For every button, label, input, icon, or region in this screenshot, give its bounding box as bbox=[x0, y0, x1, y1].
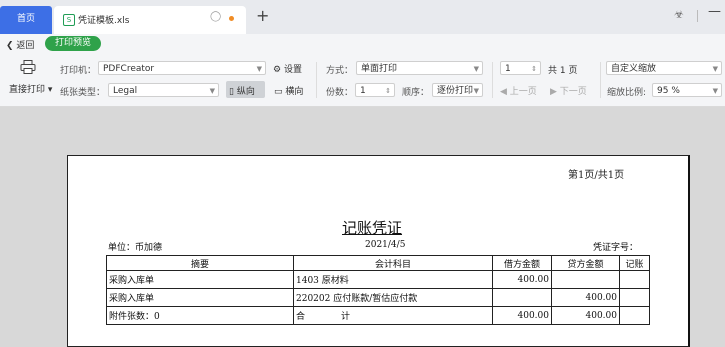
arrow-right-icon: ▶ bbox=[550, 87, 557, 97]
page-indicator: 第1页/共1页 bbox=[568, 170, 625, 181]
direct-print-button[interactable]: 直接打印 ▾ bbox=[9, 82, 52, 95]
voucher-number-label: 凭证字号： bbox=[593, 243, 639, 253]
table-row: 采购入库单 1403 原材料 400.00 bbox=[106, 270, 650, 289]
voucher-date: 2021/4/5 bbox=[365, 240, 406, 250]
print-preview-toolbar: ❮ 返回 打印预览 直接打印 ▾ 打印机： PDFCreator ▼ ⚙ 设置 纸… bbox=[0, 34, 725, 107]
settings-label: 设置 bbox=[283, 65, 302, 75]
chevron-down-icon: ▼ bbox=[473, 87, 479, 95]
printer-icon[interactable] bbox=[20, 60, 36, 74]
copies-stepper[interactable]: 1 ⇕ bbox=[355, 83, 395, 97]
prev-page-button[interactable]: ◀ 上一页 bbox=[500, 84, 537, 97]
paper-type-value: Legal bbox=[113, 86, 138, 96]
print-order-select[interactable]: 逐份打印 ▼ bbox=[432, 83, 483, 97]
chevron-down-icon: ▼ bbox=[256, 65, 262, 73]
column-header: 摘要 bbox=[106, 255, 294, 271]
unit-label: 单位：币加德 bbox=[108, 243, 163, 253]
table-row: 采购入库单 220202 应付账款/暂估应付款 400.00 bbox=[106, 288, 650, 307]
column-header: 记账 bbox=[619, 255, 650, 271]
copies-label: 份数： bbox=[326, 88, 354, 98]
tab-document-label: 凭证模板.xls bbox=[78, 16, 130, 26]
zoom-value: 95 % bbox=[657, 86, 680, 96]
table-header-row: 摘要 会计科目 借方金额 贷方金额 记账 bbox=[106, 255, 650, 271]
new-tab-button[interactable]: + bbox=[256, 6, 269, 25]
zoom-mode-value: 自定义缩放 bbox=[611, 64, 657, 74]
zoom-mode-select[interactable]: 自定义缩放 ▼ bbox=[606, 61, 722, 75]
copies-value: 1 bbox=[360, 86, 366, 96]
printer-value: PDFCreator bbox=[103, 64, 155, 74]
page-number-value: 1 bbox=[505, 64, 511, 74]
next-page-button[interactable]: ▶ 下一页 bbox=[550, 84, 587, 97]
divider bbox=[492, 62, 493, 98]
table-cell: 1403 原材料 bbox=[293, 270, 493, 289]
table-cell: 附件张数：0 bbox=[106, 306, 294, 325]
page-number-input[interactable]: 1 ⇕ bbox=[500, 61, 541, 75]
print-order-value: 逐份打印 bbox=[437, 86, 474, 96]
table-cell: 400.00 bbox=[551, 306, 620, 325]
cloud-icon[interactable]: ◯ bbox=[210, 11, 221, 22]
table-cell: 400.00 bbox=[551, 288, 620, 307]
printer-label: 打印机： bbox=[60, 66, 97, 76]
chevron-down-icon: ▼ bbox=[712, 87, 718, 95]
back-button[interactable]: ❮ 返回 bbox=[6, 38, 34, 51]
chevron-down-icon: ▼ bbox=[209, 87, 215, 95]
user-icon[interactable]: ☣ bbox=[674, 8, 684, 21]
tab-bar: 首页 S 凭证模板.xls ◯ + ☣ — bbox=[0, 0, 725, 34]
voucher-table: 摘要 会计科目 借方金额 贷方金额 记账 采购入库单 1403 原材料 400.… bbox=[106, 255, 650, 325]
paper-type-label: 纸张类型： bbox=[60, 88, 106, 98]
mode-label: 方式： bbox=[326, 66, 354, 76]
back-label: 返回 bbox=[16, 41, 35, 51]
voucher-title: 记账凭证 bbox=[342, 219, 403, 237]
landscape-button[interactable]: ▭ 横向 bbox=[274, 84, 303, 97]
table-cell bbox=[492, 288, 552, 307]
zoom-label: 缩放比例: bbox=[607, 88, 647, 98]
print-mode-value: 单面打印 bbox=[361, 64, 398, 74]
total-pages: 共 1 页 bbox=[548, 66, 578, 76]
preview-page: 第1页/共1页 记账凭证 单位：币加德 2021/4/5 凭证字号： 摘要 会计… bbox=[67, 155, 690, 347]
portrait-icon: ▯ bbox=[229, 87, 234, 97]
table-cell bbox=[551, 270, 620, 289]
printer-select[interactable]: PDFCreator ▼ bbox=[98, 61, 266, 75]
table-cell: 合 计 bbox=[293, 306, 493, 325]
table-cell: 400.00 bbox=[492, 306, 552, 325]
stepper-arrows-icon: ⇕ bbox=[385, 87, 391, 95]
paper-type-select[interactable]: Legal ▼ bbox=[108, 83, 219, 97]
print-mode-select[interactable]: 单面打印 ▼ bbox=[356, 61, 483, 75]
chevron-down-icon: ▼ bbox=[473, 65, 479, 73]
preview-canvas[interactable]: 第1页/共1页 记账凭证 单位：币加德 2021/4/5 凭证字号： 摘要 会计… bbox=[0, 107, 725, 347]
divider bbox=[697, 10, 698, 22]
table-cell: 采购入库单 bbox=[106, 288, 294, 307]
prev-page-label: 上一页 bbox=[509, 87, 537, 97]
tab-home[interactable]: 首页 bbox=[0, 6, 52, 34]
zoom-select[interactable]: 95 % ▼ bbox=[652, 83, 722, 97]
table-cell bbox=[619, 288, 650, 307]
table-cell bbox=[619, 306, 650, 325]
minimize-icon[interactable]: — bbox=[708, 4, 721, 19]
order-label: 顺序： bbox=[402, 88, 430, 98]
table-cell bbox=[619, 270, 650, 289]
table-cell: 400.00 bbox=[492, 270, 552, 289]
landscape-icon: ▭ bbox=[274, 87, 283, 97]
portrait-label: 纵向 bbox=[236, 87, 255, 97]
stepper-arrows-icon: ⇕ bbox=[531, 65, 537, 73]
spreadsheet-icon: S bbox=[63, 14, 75, 26]
unsaved-dot-icon bbox=[229, 16, 234, 21]
table-cell: 采购入库单 bbox=[106, 270, 294, 289]
column-header: 贷方金额 bbox=[551, 255, 620, 271]
next-page-label: 下一页 bbox=[559, 87, 587, 97]
chevron-down-icon: ▼ bbox=[712, 65, 718, 73]
divider bbox=[600, 62, 601, 98]
column-header: 借方金额 bbox=[492, 255, 552, 271]
direct-print-label: 直接打印 bbox=[9, 85, 46, 95]
portrait-label-group[interactable]: ▯ 纵向 bbox=[229, 84, 255, 97]
divider bbox=[316, 62, 317, 98]
gear-icon: ⚙ bbox=[273, 65, 282, 75]
tab-document[interactable]: S 凭证模板.xls ◯ bbox=[54, 6, 246, 34]
print-preview-badge: 打印预览 bbox=[45, 36, 101, 51]
column-header: 会计科目 bbox=[293, 255, 493, 271]
landscape-label: 横向 bbox=[285, 87, 304, 97]
table-row: 附件张数：0 合 计 400.00 400.00 bbox=[106, 306, 650, 325]
table-cell: 220202 应付账款/暂估应付款 bbox=[293, 288, 493, 307]
settings-button[interactable]: ⚙ 设置 bbox=[273, 62, 302, 75]
arrow-left-icon: ◀ bbox=[500, 87, 507, 97]
